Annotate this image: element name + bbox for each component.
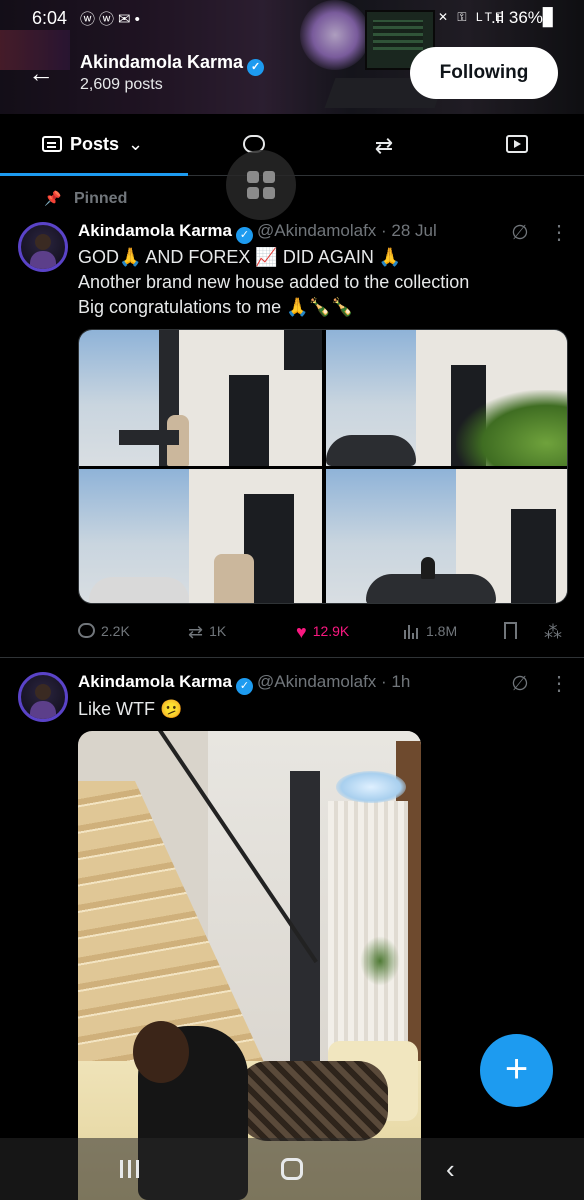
notification-icons: ⓦⓦ✉• — [80, 11, 144, 28]
system-navigation-bar: ‹ — [0, 1138, 584, 1200]
post-header: Akindamola Karma ✓ @Akindamolafx · 28 Jul — [78, 221, 437, 244]
active-tab-indicator — [0, 173, 188, 176]
bookmark-icon — [504, 622, 517, 639]
share-icon: ⁂ — [544, 622, 562, 642]
post-text: GOD🙏 AND FOREX 📈 DID AGAIN 🙏 Another bra… — [78, 247, 470, 317]
compose-post-button[interactable]: + — [480, 1034, 553, 1107]
tab-videos[interactable] — [505, 134, 529, 158]
tab-posts-label: Posts — [70, 134, 120, 154]
verified-badge-icon: ✓ — [236, 227, 253, 244]
video-icon — [506, 135, 528, 153]
views-button[interactable]: 1.8M — [404, 618, 457, 644]
repost-icon: ⇄ — [188, 622, 204, 642]
grok-icon[interactable]: ∅ — [509, 673, 531, 695]
more-options-icon[interactable]: ⋮ — [549, 673, 569, 695]
reply-button[interactable]: 2.2K — [78, 618, 130, 644]
status-time: 6:04 — [32, 8, 68, 28]
post-video[interactable] — [78, 731, 421, 1200]
photo-3[interactable] — [79, 469, 322, 603]
recent-apps-icon[interactable] — [118, 1158, 142, 1180]
grid-view-button[interactable] — [226, 150, 296, 220]
avatar[interactable] — [18, 672, 68, 722]
profile-tabs: Posts ⌄ ⇄ — [0, 118, 584, 176]
share-button[interactable]: ⁂ — [544, 618, 568, 644]
battery-indicator: .ıl 36%▊ — [490, 8, 556, 27]
post-header: Akindamola Karma ✓ @Akindamolafx · 1h — [78, 672, 410, 695]
post-actions: 2.2K ⇄ 1K ♥ 12.9K 1.8M ⁂ — [78, 618, 572, 644]
repost-icon: ⇄ — [374, 133, 394, 158]
photo-2[interactable] — [326, 330, 567, 466]
reply-icon — [78, 623, 95, 638]
photo-1[interactable] — [79, 330, 322, 466]
author-handle: @Akindamolafx · 28 Jul — [257, 221, 437, 240]
following-button[interactable]: Following — [410, 47, 558, 99]
avatar[interactable] — [18, 222, 68, 272]
home-icon[interactable] — [281, 1158, 303, 1180]
author-handle: @Akindamolafx · 1h — [257, 672, 411, 691]
chevron-down-icon: ⌄ — [128, 134, 144, 154]
bookmark-button[interactable] — [504, 618, 517, 644]
author-name[interactable]: Akindamola Karma — [78, 672, 232, 691]
post-text: Like WTF 🫤 — [78, 699, 183, 719]
verified-badge-icon: ✓ — [236, 678, 253, 695]
pin-icon: 📌 — [44, 190, 62, 206]
tab-reposts[interactable]: ⇄ — [372, 134, 396, 158]
post-count: 2,609 posts — [80, 76, 163, 93]
heart-icon: ♥ — [296, 622, 307, 642]
media-grid — [78, 329, 568, 604]
back-icon[interactable]: ‹ — [446, 1156, 468, 1182]
repost-button[interactable]: ⇄ 1K — [188, 618, 226, 644]
like-button[interactable]: ♥ 12.9K — [296, 618, 349, 644]
verified-badge-icon: ✓ — [247, 59, 265, 76]
more-options-icon[interactable]: ⋮ — [549, 222, 569, 244]
profile-name-text: Akindamola Karma — [80, 52, 244, 72]
photo-4[interactable] — [326, 469, 567, 603]
tab-posts[interactable]: Posts ⌄ — [42, 134, 143, 155]
grok-icon[interactable]: ∅ — [509, 222, 531, 244]
back-arrow-icon[interactable]: ← — [28, 58, 58, 88]
profile-name: Akindamola Karma ✓ — [80, 52, 265, 76]
pinned-label: 📌 Pinned — [44, 190, 128, 207]
posts-icon — [42, 136, 62, 152]
views-icon — [404, 621, 420, 647]
author-name[interactable]: Akindamola Karma — [78, 221, 232, 240]
post-divider — [0, 657, 584, 658]
status-bar: 6:04 ⓦⓦ✉• ✕ ⚿ LTE .ıl 36%▊ — [0, 4, 584, 30]
